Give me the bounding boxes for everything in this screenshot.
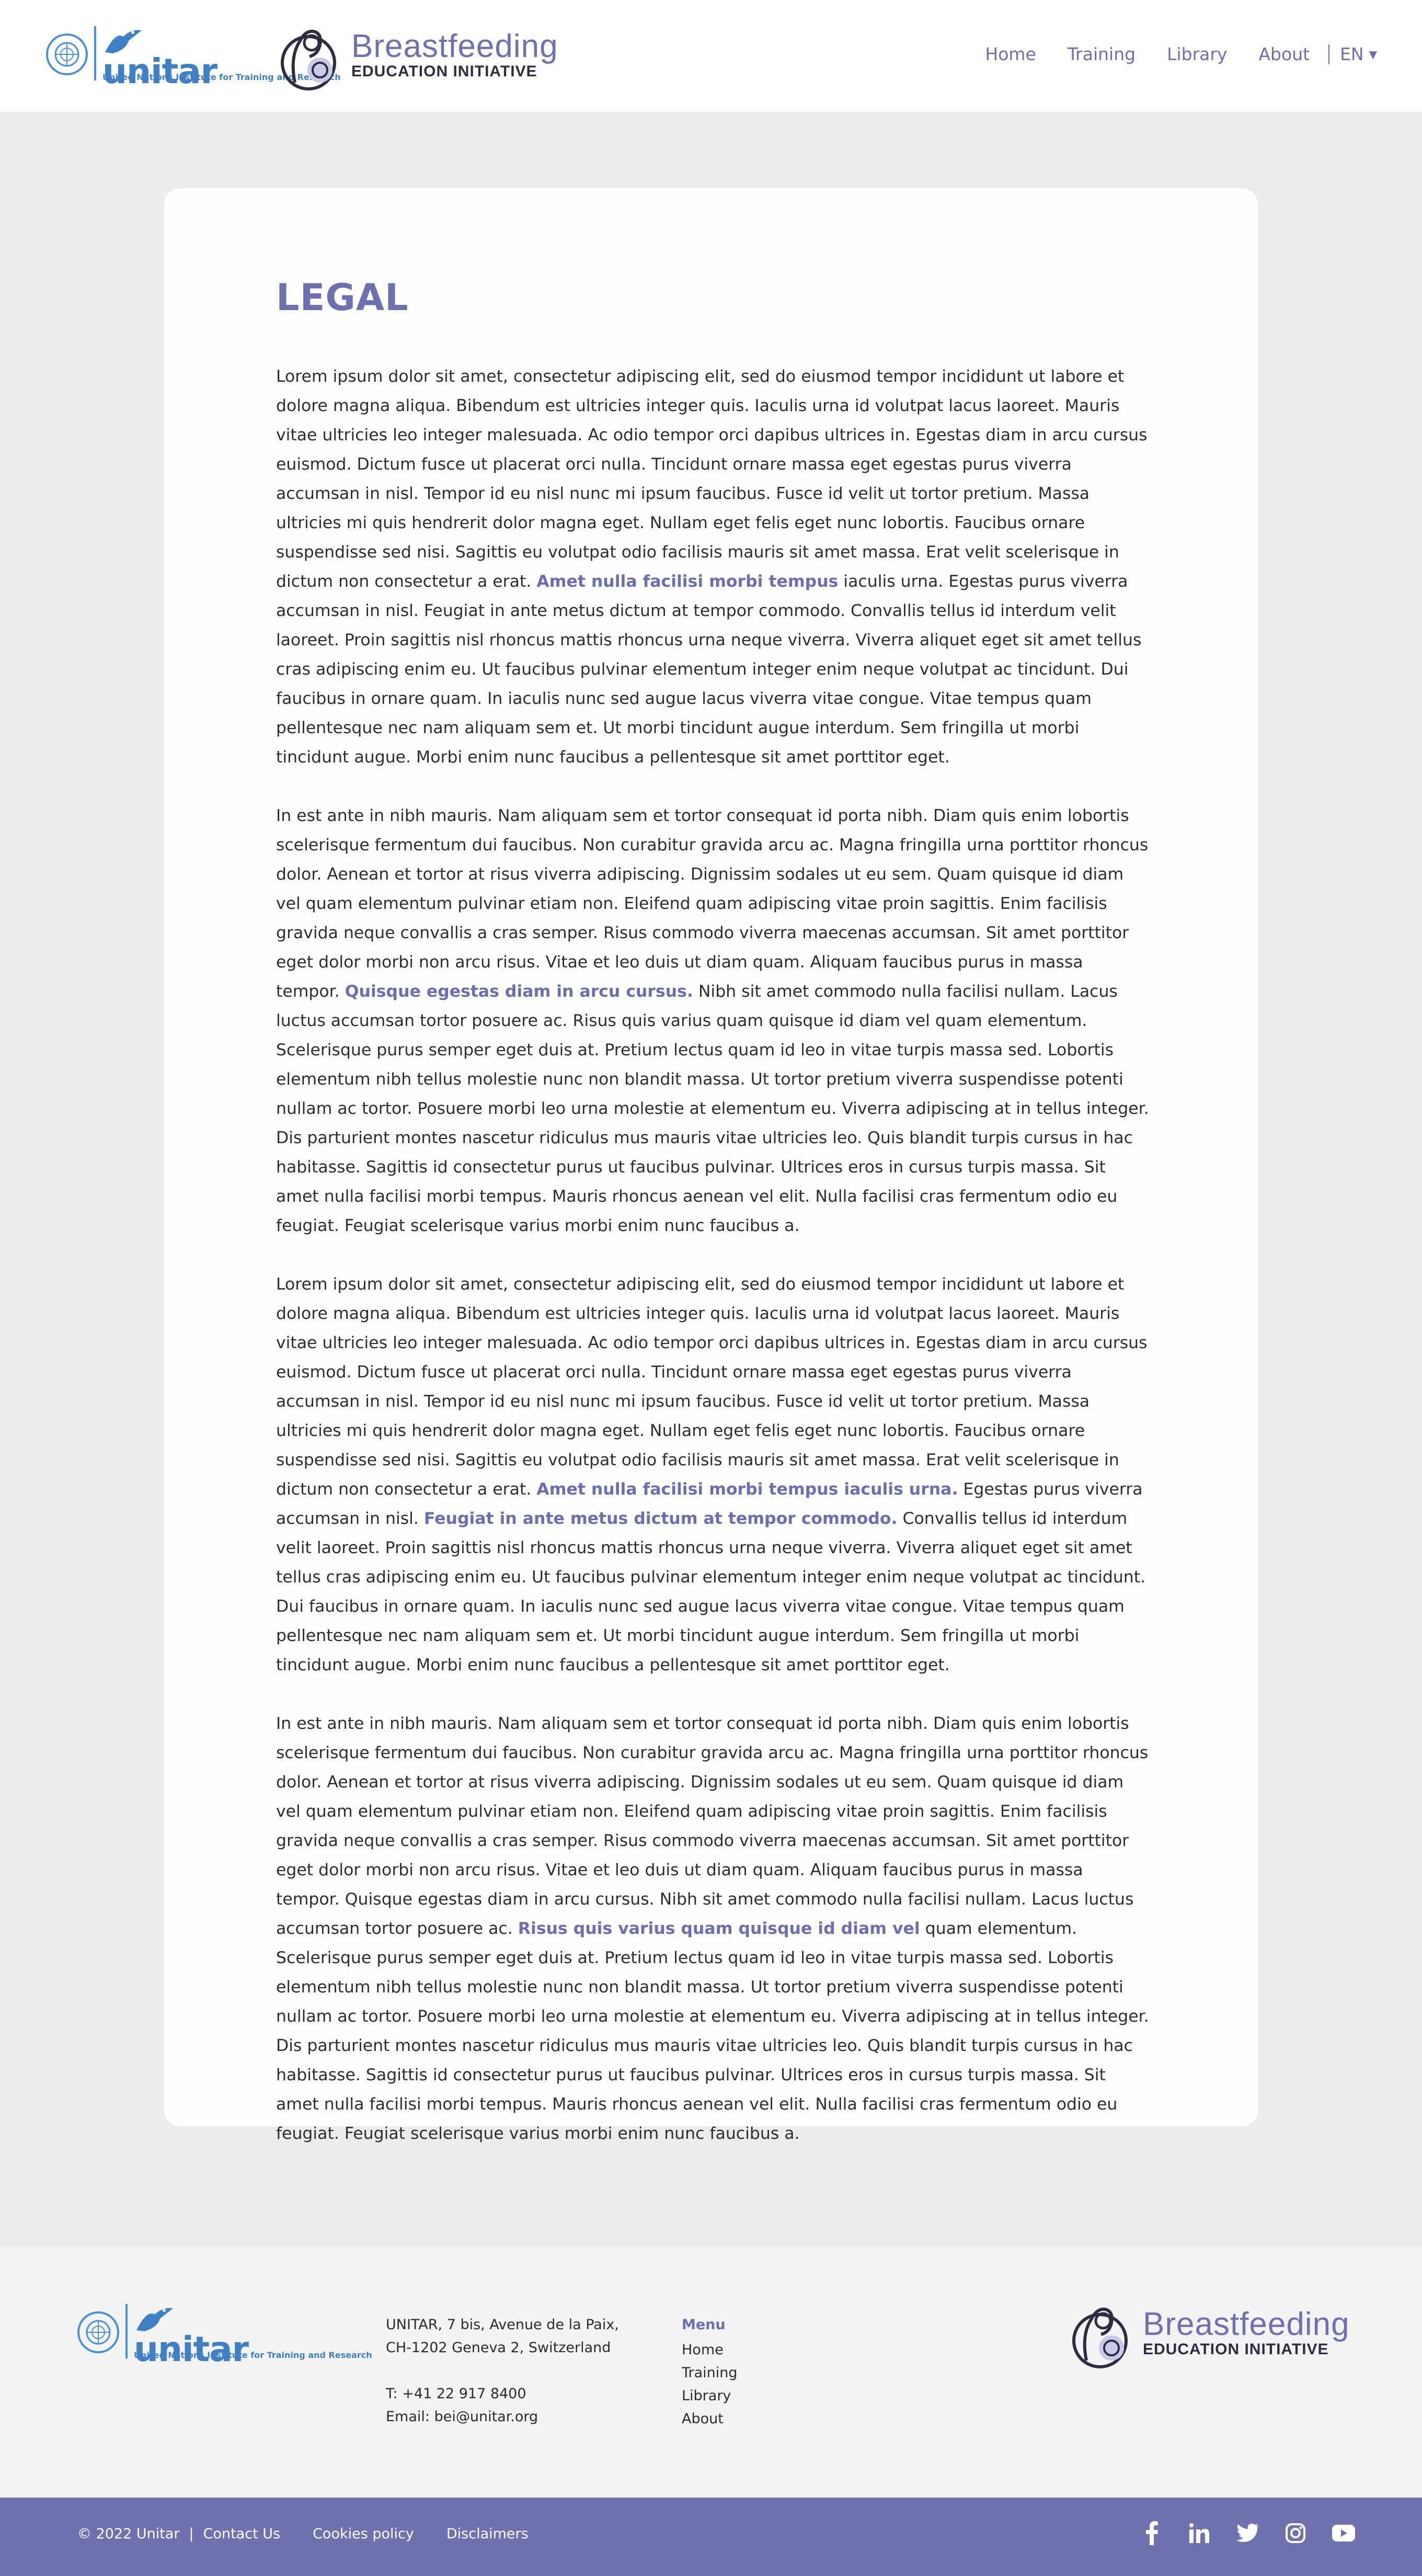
- un-emblem-icon: [77, 2311, 119, 2353]
- social-links: [1118, 2518, 1358, 2548]
- footer-menu-library[interactable]: Library: [682, 2385, 738, 2408]
- nav-home[interactable]: Home: [985, 44, 1036, 64]
- site-footer: unitar United Nations Institute for Trai…: [0, 2247, 1422, 2498]
- bei-subtitle: EDUCATION INITIATIVE: [1143, 2341, 1329, 2358]
- unitar-word: unitar: [134, 2329, 249, 2369]
- footer-menu: Menu Home Training Library About: [682, 2313, 738, 2431]
- address-line-2: CH-1202 Geneva 2, Switzerland: [386, 2340, 611, 2356]
- bei-title: Breastfeeding: [351, 28, 558, 64]
- inline-link[interactable]: Risus quis varius quam quisque id diam v…: [518, 1919, 920, 1938]
- cookies-policy-link[interactable]: Cookies policy: [313, 2526, 414, 2542]
- logo-divider: [125, 2304, 128, 2358]
- paragraph-text: quam elementum. Scelerisque purus semper…: [276, 1919, 1149, 2143]
- paragraph-text: Lorem ipsum dolor sit amet, consectetur …: [276, 1275, 1148, 1499]
- contact-us-link[interactable]: Contact Us: [203, 2526, 280, 2542]
- footer-menu-title: Menu: [682, 2317, 726, 2333]
- bottom-links: © 2022 Unitar | Contact Us Cookies polic…: [77, 2526, 561, 2542]
- unitar-word: unitar: [102, 51, 217, 92]
- paragraph-3: Lorem ipsum dolor sit amet, consectetur …: [276, 1270, 1149, 1680]
- language-selector[interactable]: EN ▼: [1340, 44, 1377, 64]
- bei-subtitle: EDUCATION INITIATIVE: [351, 63, 537, 80]
- logo-divider: [94, 26, 96, 81]
- footer-bei-logo[interactable]: Breastfeeding EDUCATION INITIATIVE: [1071, 2298, 1350, 2369]
- un-emblem-icon: [46, 33, 88, 75]
- copyright: © 2022 Unitar: [77, 2526, 180, 2542]
- page-title: LEGAL: [276, 276, 409, 319]
- paragraph-4: In est ante in nibh mauris. Nam aliquam …: [276, 1709, 1149, 2148]
- language-label: EN: [1340, 44, 1364, 64]
- unitar-logo[interactable]: unitar United Nations Institute for Trai…: [46, 26, 341, 92]
- disclaimers-link[interactable]: Disclaimers: [446, 2526, 529, 2542]
- main-nav: Home Training Library About EN ▼: [954, 44, 1377, 64]
- paragraph-text: iaculis urna. Egestas purus viverra accu…: [276, 572, 1142, 767]
- site-header: unitar United Nations Institute for Trai…: [0, 0, 1422, 112]
- paragraph-2: In est ante in nibh mauris. Nam aliquam …: [276, 801, 1149, 1240]
- facebook-icon[interactable]: [1137, 2518, 1166, 2548]
- mother-child-icon: [1071, 2298, 1132, 2369]
- phone: T: +41 22 917 8400: [386, 2386, 526, 2402]
- footer-menu-about[interactable]: About: [682, 2408, 738, 2431]
- paragraph-text: In est ante in nibh mauris. Nam aliquam …: [276, 1714, 1149, 1938]
- footer-address: UNITAR, 7 bis, Avenue de la Paix, CH-120…: [386, 2313, 619, 2429]
- unitar-wordmark: unitar United Nations Institute for Trai…: [134, 2304, 372, 2369]
- nav-library[interactable]: Library: [1167, 44, 1227, 64]
- paragraph-text: In est ante in nibh mauris. Nam aliquam …: [276, 806, 1149, 1001]
- legal-content: LEGAL Lorem ipsum dolor sit amet, consec…: [276, 274, 1149, 2148]
- nav-training[interactable]: Training: [1068, 44, 1136, 64]
- inline-link[interactable]: Quisque egestas diam in arcu cursus.: [345, 982, 693, 1001]
- paragraph-text: Lorem ipsum dolor sit amet, consectetur …: [276, 367, 1148, 591]
- separator: |: [189, 2526, 194, 2542]
- unitar-subtitle: United Nations Institute for Training an…: [134, 2350, 372, 2360]
- instagram-icon[interactable]: [1281, 2518, 1310, 2548]
- linkedin-icon[interactable]: [1185, 2518, 1214, 2548]
- address-line-1: UNITAR, 7 bis, Avenue de la Paix,: [386, 2317, 619, 2333]
- twitter-icon[interactable]: [1233, 2518, 1262, 2548]
- footer-menu-home[interactable]: Home: [682, 2339, 738, 2362]
- mother-child-icon: [279, 20, 341, 91]
- footer-unitar-logo[interactable]: unitar United Nations Institute for Trai…: [77, 2304, 372, 2369]
- unitar-wordmark: unitar United Nations Institute for Trai…: [102, 26, 341, 92]
- inline-link[interactable]: Amet nulla facilisi morbi tempus iaculis…: [536, 1480, 958, 1499]
- email[interactable]: Email: bei@unitar.org: [386, 2406, 619, 2429]
- bottom-bar: © 2022 Unitar | Contact Us Cookies polic…: [0, 2498, 1422, 2576]
- paragraph-1: Lorem ipsum dolor sit amet, consectetur …: [276, 362, 1149, 772]
- chevron-down-icon: ▼: [1369, 48, 1377, 61]
- footer-menu-training[interactable]: Training: [682, 2362, 738, 2385]
- nav-separator: [1328, 44, 1330, 64]
- paragraph-text: Convallis tellus id interdum velit laore…: [276, 1509, 1146, 1674]
- inline-link[interactable]: Amet nulla facilisi morbi tempus: [536, 572, 838, 591]
- bei-title: Breastfeeding: [1143, 2306, 1350, 2342]
- bei-logo[interactable]: Breastfeeding EDUCATION INITIATIVE: [279, 20, 558, 91]
- youtube-icon[interactable]: [1329, 2518, 1358, 2548]
- inline-link[interactable]: Feugiat in ante metus dictum at tempor c…: [424, 1509, 898, 1528]
- paragraph-text: Nibh sit amet commodo nulla facilisi nul…: [276, 982, 1149, 1235]
- content-card: LEGAL Lorem ipsum dolor sit amet, consec…: [164, 188, 1258, 2143]
- nav-about[interactable]: About: [1258, 44, 1310, 64]
